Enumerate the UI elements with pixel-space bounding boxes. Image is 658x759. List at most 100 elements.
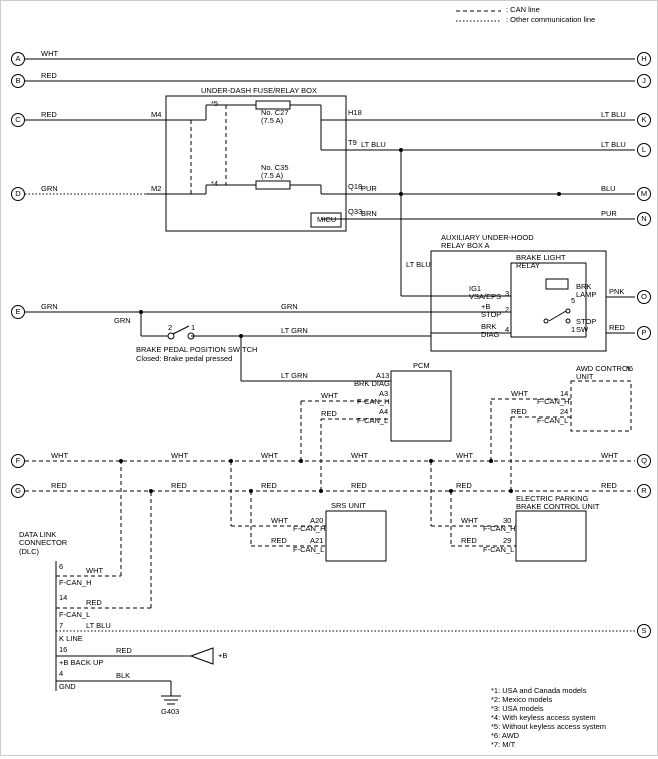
node-R: R — [637, 484, 651, 498]
awd-p24: 24 — [560, 408, 568, 416]
wire-O-color: PNK — [609, 288, 624, 296]
wire-brkSW-color: LT GRN — [281, 327, 308, 335]
fuse-relay-box-title: UNDER-DASH FUSE/RELAY BOX — [201, 87, 317, 95]
wire-A13-color: LT GRN — [281, 372, 308, 380]
aux-stopsw: STOP SW — [576, 318, 596, 335]
note2: *2: Mexico models — [491, 696, 552, 704]
srs-A21: A21 — [310, 537, 323, 545]
wire-A-color: WHT — [41, 50, 58, 58]
wire-Q18-color: PUR — [361, 185, 377, 193]
wire-epbH: WHT — [461, 517, 478, 525]
wire-Q33-color: BRN — [361, 210, 377, 218]
epb-FCANL: F-CAN_L — [483, 546, 514, 554]
dlc-p4: 4 — [59, 670, 63, 678]
wire-A3-color: WHT — [321, 392, 338, 400]
dlc-FCANL: F-CAN_L — [59, 611, 90, 619]
aux-plusB: +B STOP — [481, 303, 501, 320]
note6: *6: AWD — [491, 732, 519, 740]
wire-G5: RED — [456, 482, 472, 490]
wire-F3: WHT — [261, 452, 278, 460]
wire-M-color: BLU — [601, 185, 616, 193]
srs-FCANL: F-CAN_L — [293, 546, 324, 554]
wire-auxB-color: GRN — [281, 303, 298, 311]
aux-box-title: AUXILIARY UNDER-HOOD RELAY BOX A — [441, 234, 534, 251]
epb-p29: 29 — [503, 537, 511, 545]
brake-p2: 2 — [168, 324, 172, 332]
dlc-p7: 7 — [59, 622, 63, 630]
node-J: J — [637, 74, 651, 88]
pin-Q18: Q18 — [348, 183, 362, 191]
dlc-p6: 6 — [59, 563, 63, 571]
note4: *4: With keyless access system — [491, 714, 596, 722]
wire-K-color: LT BLU — [601, 111, 626, 119]
wire-F4: WHT — [351, 452, 368, 460]
brake-p1: 1 — [191, 324, 195, 332]
srs-FCANH: F-CAN_H — [293, 525, 326, 533]
epb-FCANH: F-CAN_H — [483, 525, 516, 533]
pin-H18: H18 — [348, 109, 362, 117]
fuse-c35: No. C35 (7.5 A) — [261, 164, 289, 181]
node-S: S — [637, 624, 651, 638]
note3: *3: USA models — [491, 705, 544, 713]
wire-brk2-color: GRN — [114, 317, 131, 325]
awd-title: AWD CONTROL UNIT — [576, 365, 632, 382]
awd-FCANH: F-CAN_H — [537, 398, 570, 406]
pin-T9: T9 — [348, 139, 357, 147]
wire-N-color: PUR — [601, 210, 617, 218]
fuse-c27: No. C27 (7.5 A) — [261, 109, 289, 126]
dlc-plusB: +B — [218, 652, 227, 660]
aux-brkdiag: BRK DIAG — [481, 323, 499, 340]
pcm-BRKDIAG: BRK DIAG — [354, 380, 390, 388]
fuse-note5: *5 — [211, 100, 218, 108]
wire-awdH-color: WHT — [511, 390, 528, 398]
wire-G3: RED — [261, 482, 277, 490]
node-D: D — [11, 187, 25, 201]
diagram-svg: .solid { stroke:#000; stroke-width:1; fi… — [1, 1, 658, 757]
dlc-p4c: BLK — [116, 672, 130, 680]
dlc-backup: +B BACK UP — [59, 659, 103, 667]
node-F: F — [11, 454, 25, 468]
wire-C-color: RED — [41, 111, 57, 119]
epb-title: ELECTRIC PARKING BRAKE CONTROL UNIT — [516, 495, 599, 512]
legend-can: : CAN line — [506, 6, 540, 14]
pcm-FCANL: F-CAN_L — [357, 417, 388, 425]
dlc-p14c: RED — [86, 599, 102, 607]
awd-FCANL: F-CAN_L — [537, 417, 568, 425]
node-E: E — [11, 305, 25, 319]
srs-title: SRS UNIT — [331, 502, 366, 510]
node-O: O — [637, 290, 651, 304]
aux-pin4: 4 — [505, 326, 509, 334]
pin-M4: M4 — [151, 111, 161, 119]
wire-L-color: LT BLU — [601, 141, 626, 149]
pcm-A4: A4 — [379, 408, 388, 416]
node-H: H — [637, 52, 651, 66]
wire-B-color: RED — [41, 72, 57, 80]
dlc-p16: 16 — [59, 646, 67, 654]
wire-F6: WHT — [601, 452, 618, 460]
node-P: P — [637, 326, 651, 340]
node-A: A — [11, 52, 25, 66]
wire-A4-color: RED — [321, 410, 337, 418]
brake-switch-title: BRAKE PEDAL POSITION SWITCH — [136, 346, 257, 354]
wire-T9-color: LT BLU — [361, 141, 386, 149]
wire-P-color: RED — [609, 324, 625, 332]
micu: MICU — [317, 216, 336, 224]
wiring-diagram: .solid { stroke:#000; stroke-width:1; fi… — [0, 0, 658, 756]
wire-srsH: WHT — [271, 517, 288, 525]
wire-F5: WHT — [456, 452, 473, 460]
wire-F2: WHT — [171, 452, 188, 460]
node-N: N — [637, 212, 651, 226]
dlc-p7c: LT BLU — [86, 622, 111, 630]
aux-ig1: IG1 VSA/EPS — [469, 285, 501, 302]
aux-pin5: 5 — [571, 297, 575, 305]
node-G: G — [11, 484, 25, 498]
wire-D-color: GRN — [41, 185, 58, 193]
note7: *7: M/T — [491, 741, 515, 749]
wire-srsL: RED — [271, 537, 287, 545]
wire-epbL: RED — [461, 537, 477, 545]
fuse-note4: *4 — [211, 180, 218, 188]
dlc-p14: 14 — [59, 594, 67, 602]
pcm-FCANH: F-CAN_H — [357, 398, 390, 406]
wire-auxIG-color: LT BLU — [406, 261, 431, 269]
dlc-FCANH: F-CAN_H — [59, 579, 92, 587]
